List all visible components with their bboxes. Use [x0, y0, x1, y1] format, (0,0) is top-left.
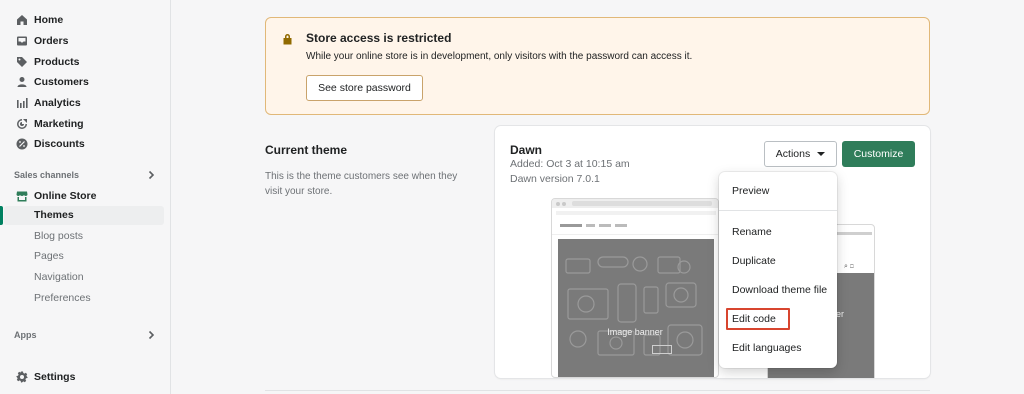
orders-icon: [16, 35, 28, 47]
store-icon: [16, 190, 28, 202]
product-flatlay-illustration: [565, 256, 703, 356]
banner-text: While your online store is in developmen…: [306, 51, 693, 62]
sub-item-blog-posts[interactable]: Blog posts: [34, 227, 83, 245]
nav-orders[interactable]: Orders: [0, 32, 68, 50]
nav-online-store[interactable]: Online Store: [0, 187, 96, 205]
home-icon: [16, 14, 28, 26]
actions-button-label: Actions: [775, 148, 811, 160]
nav-products-label: Products: [34, 56, 80, 68]
tag-icon: [16, 56, 28, 68]
nav-home[interactable]: Home: [0, 11, 63, 29]
mobile-header-icons: ⌕ ◻: [844, 263, 854, 270]
announcement-bar: [556, 211, 716, 215]
person-icon: [16, 76, 28, 88]
store-restricted-banner: Store access is restricted While your on…: [265, 17, 930, 115]
nav-analytics-label: Analytics: [34, 97, 81, 109]
theme-version: Dawn version 7.0.1: [510, 173, 600, 185]
sales-channels-label: Sales channels: [14, 170, 80, 180]
sidebar: Home Orders Products Customers Analytics…: [0, 0, 171, 394]
store-logo: [560, 224, 582, 227]
browser-url-bar: [572, 201, 712, 206]
nav-customers[interactable]: Customers: [0, 73, 89, 91]
lock-icon: [283, 34, 292, 45]
apps-label: Apps: [14, 330, 37, 340]
image-banner-preview: [558, 239, 714, 377]
bar-chart-icon: [16, 97, 28, 109]
nav-products[interactable]: Products: [0, 53, 80, 71]
nav-online-store-label: Online Store: [34, 190, 97, 202]
sub-item-preferences[interactable]: Preferences: [34, 289, 91, 307]
nav-settings-label: Settings: [34, 371, 76, 383]
nav-home-label: Home: [34, 14, 64, 26]
menu-item-duplicate[interactable]: Duplicate: [732, 254, 776, 268]
menu-item-edit-languages[interactable]: Edit languages: [732, 341, 801, 355]
current-theme-title: Current theme: [265, 143, 348, 157]
store-nav-link: [599, 224, 611, 227]
customize-button[interactable]: Customize: [842, 141, 915, 167]
nav-discounts[interactable]: Discounts: [0, 135, 85, 153]
browser-dot: [556, 202, 560, 206]
theme-name: Dawn: [510, 143, 543, 157]
actions-button[interactable]: Actions: [764, 141, 837, 167]
sub-item-themes[interactable]: Themes: [34, 206, 74, 224]
banner-title: Store access is restricted: [306, 31, 452, 45]
gear-icon: [16, 371, 28, 383]
menu-item-edit-code[interactable]: Edit code: [732, 312, 776, 326]
sub-item-pages[interactable]: Pages: [34, 247, 64, 265]
store-nav-link: [586, 224, 595, 227]
target-icon: [16, 118, 28, 130]
chevron-right-icon[interactable]: [146, 170, 156, 180]
nav-settings[interactable]: Settings: [0, 368, 75, 386]
banner-cta-preview: [652, 345, 672, 354]
nav-marketing-label: Marketing: [34, 118, 84, 130]
nav-marketing[interactable]: Marketing: [0, 115, 84, 133]
theme-added: Added: Oct 3 at 10:15 am: [510, 158, 630, 170]
current-theme-card: Dawn Added: Oct 3 at 10:15 am Dawn versi…: [495, 126, 930, 378]
menu-divider: [719, 210, 837, 211]
active-item-highlight: [4, 206, 164, 225]
nav-orders-label: Orders: [34, 35, 69, 47]
nav-analytics[interactable]: Analytics: [0, 94, 81, 112]
caret-down-icon: [817, 152, 826, 156]
browser-dot: [562, 202, 566, 206]
discount-icon: [16, 138, 28, 150]
sub-item-navigation[interactable]: Navigation: [34, 268, 84, 286]
current-theme-description: This is the theme customers see when the…: [265, 171, 458, 197]
section-divider: [265, 390, 930, 391]
menu-item-preview[interactable]: Preview: [732, 184, 769, 198]
image-banner-text: Image banner: [607, 327, 663, 337]
nav-discounts-label: Discounts: [34, 138, 85, 150]
chevron-right-icon[interactable]: [146, 330, 156, 340]
see-store-password-button[interactable]: See store password: [306, 75, 423, 101]
nav-customers-label: Customers: [34, 76, 89, 88]
store-nav-link: [615, 224, 627, 227]
menu-item-download-theme-file[interactable]: Download theme file: [732, 283, 827, 297]
active-item-indicator: [0, 206, 3, 225]
actions-menu: Preview Rename Duplicate Download theme …: [719, 172, 837, 368]
store-header: [552, 217, 718, 235]
menu-item-rename[interactable]: Rename: [732, 225, 772, 239]
theme-preview-desktop: Image banner: [551, 198, 719, 378]
